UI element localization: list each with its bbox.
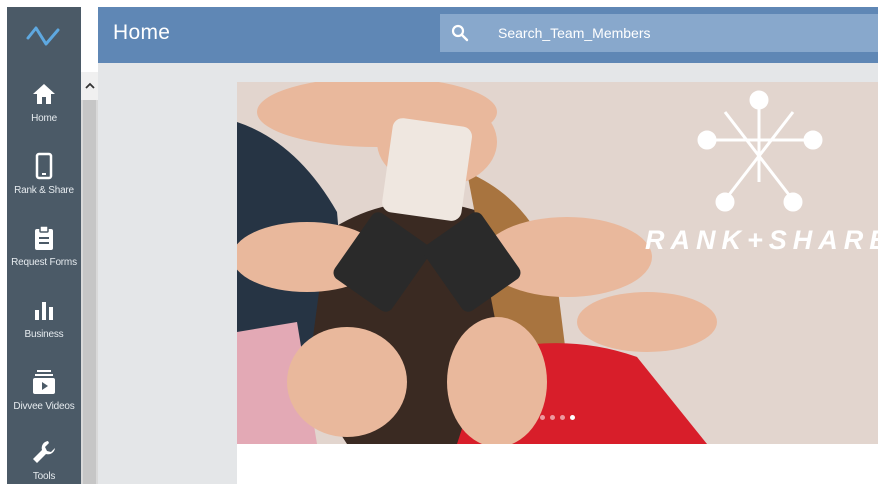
search-input[interactable]: Search_Team_Members	[498, 25, 651, 41]
sidebar-item-label: Home	[31, 113, 57, 124]
carousel-indicators	[540, 415, 575, 420]
sidebar-item-tools[interactable]: Tools	[7, 431, 81, 499]
sidebar-item-label: Rank & Share	[14, 185, 74, 196]
home-icon	[29, 79, 59, 109]
scrollbar-thumb[interactable]	[83, 100, 96, 484]
carousel-dot-active[interactable]	[570, 415, 575, 420]
sidebar-item-rank-share[interactable]: Rank & Share	[7, 145, 81, 213]
app-logo[interactable]	[7, 7, 81, 63]
sidebar-item-request-forms[interactable]: Request Forms	[7, 217, 81, 285]
top-header: Home Search_Team_Members	[98, 7, 878, 63]
content-card	[237, 444, 878, 484]
logo-icon	[26, 26, 60, 46]
sidebar-item-label: Divvee Videos	[13, 401, 75, 412]
sidebar-item-business[interactable]: Business	[7, 289, 81, 357]
sidebar: Home Rank & Share Request Forms Business	[7, 7, 81, 484]
sidebar-item-label: Business	[24, 329, 64, 340]
carousel-dot[interactable]	[540, 415, 545, 420]
hero-image	[237, 82, 878, 444]
carousel-dot[interactable]	[550, 415, 555, 420]
search-bar[interactable]: Search_Team_Members	[440, 14, 878, 52]
app-window: Home Rank & Share Request Forms Business	[0, 0, 878, 484]
clipboard-icon	[29, 223, 59, 253]
phone-icon	[29, 151, 59, 181]
scroll-up-button[interactable]	[81, 72, 98, 100]
video-icon	[29, 367, 59, 397]
carousel-dot[interactable]	[560, 415, 565, 420]
sidebar-item-label: Request Forms	[11, 257, 77, 268]
hero-carousel[interactable]: RANK+SHARE	[237, 82, 878, 444]
sidebar-item-divvee-videos[interactable]: Divvee Videos	[7, 361, 81, 429]
page-title: Home	[113, 21, 171, 44]
brand-wordmark: RANK+SHARE	[645, 225, 878, 255]
bar-chart-icon	[29, 295, 59, 325]
sidebar-item-home[interactable]: Home	[7, 73, 81, 141]
sidebar-item-label: Tools	[32, 471, 56, 482]
search-icon[interactable]	[440, 14, 480, 52]
wrench-icon	[29, 437, 59, 467]
chevron-up-icon	[84, 82, 95, 89]
